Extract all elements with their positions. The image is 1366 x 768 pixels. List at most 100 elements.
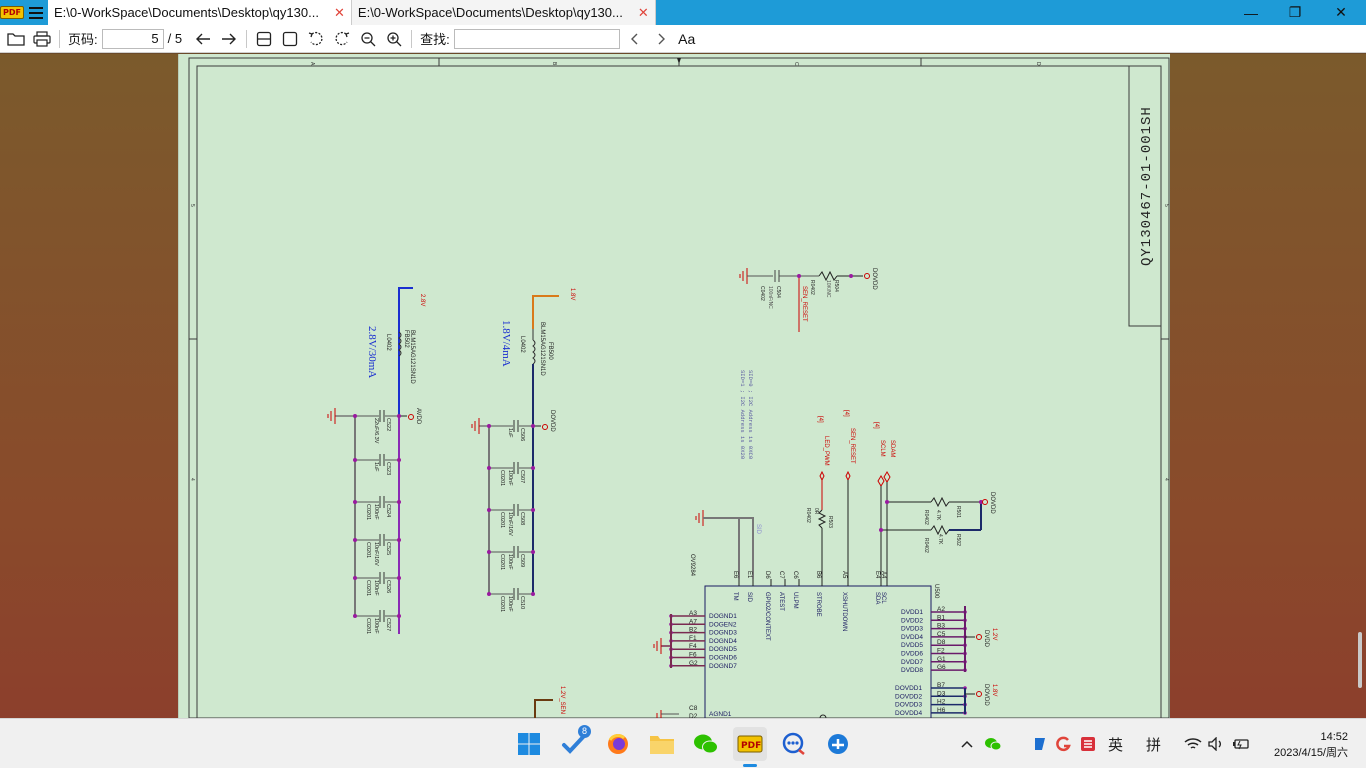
svg-text:BLM15AG121SN1D: BLM15AG121SN1D <box>409 330 415 384</box>
vertical-scrollbar[interactable] <box>1358 632 1362 688</box>
windows-start-icon[interactable] <box>512 727 546 761</box>
svg-text:10K/NC: 10K/NC <box>825 280 831 298</box>
svg-text:1.8V/4mA: 1.8V/4mA <box>500 320 512 367</box>
chat-app-icon[interactable] <box>777 727 811 761</box>
pin-name: SDA <box>874 592 880 604</box>
toolbar: 页码: 5 / 5 查找: Aa <box>0 25 1366 53</box>
svg-text:FB502: FB502 <box>403 330 409 348</box>
pin-name: STROBE <box>815 592 821 617</box>
rotate-right-icon[interactable] <box>329 26 355 52</box>
edge-app-icon[interactable] <box>821 727 855 761</box>
toolbar-divider <box>246 29 248 48</box>
svg-text:SID=0 ; I2C Address is 0XC0: SID=0 ; I2C Address is 0XC0 <box>747 370 754 459</box>
wechat-tray-icon[interactable] <box>984 719 1002 768</box>
capacitor-ref: C509 <box>519 554 525 567</box>
pin-number: F1 <box>689 635 697 642</box>
svg-text:SEN_RESET: SEN_RESET <box>849 428 855 464</box>
volume-icon[interactable] <box>1208 719 1226 768</box>
open-folder-icon[interactable] <box>3 26 29 52</box>
svg-text:PDF: PDF <box>741 741 761 751</box>
svg-text:DVDD: DVDD <box>983 630 989 648</box>
svg-text:[4]: [4] <box>873 422 879 429</box>
single-page-icon[interactable] <box>277 26 303 52</box>
pin-number: C8 <box>689 705 698 712</box>
page-label: 页码: <box>68 32 98 47</box>
tab-document-1[interactable]: E:\0-WorkSpace\Documents\Desktop\qy130..… <box>48 0 352 25</box>
pin-number: B7 <box>937 682 945 689</box>
toolbar-divider <box>59 29 60 48</box>
system-clock[interactable]: 14:52 2023/4/15/周六 <box>1274 729 1348 761</box>
app-logo-icon[interactable]: PDF <box>0 0 24 25</box>
pin-name: SID <box>746 592 752 603</box>
find-next-icon[interactable] <box>648 26 674 52</box>
column-marker: C <box>793 62 799 66</box>
svg-text:BLM15AG121SN1D: BLM15AG121SN1D <box>539 322 545 376</box>
ime-tray-icon[interactable] <box>1080 719 1096 768</box>
page-number-input[interactable]: 5 <box>101 28 164 49</box>
pin-number: G6 <box>937 664 946 671</box>
pin-name: DOVDD2 <box>895 693 922 700</box>
capacitor-package: C0201 <box>365 618 371 634</box>
pin-name: SCL <box>880 592 886 604</box>
close-tab-icon[interactable]: ✕ <box>334 5 345 21</box>
minimize-button[interactable]: — <box>1228 0 1274 25</box>
pin-number: F4 <box>689 643 697 650</box>
capacitor-ref: C508 <box>519 512 525 525</box>
pin-number: D6 <box>764 571 770 579</box>
svg-text:1.2V_SEN: 1.2V_SEN <box>559 686 565 714</box>
pin-number: G2 <box>689 660 698 667</box>
font-settings-button[interactable]: Aa <box>674 26 700 52</box>
pin-name: DOGND1 <box>709 613 737 620</box>
print-icon[interactable] <box>29 26 55 52</box>
svg-text:SID=1 ; I2C Address is 0X20: SID=1 ; I2C Address is 0X20 <box>739 370 746 459</box>
ime-mode[interactable]: 拼 <box>1146 719 1161 768</box>
svg-text:R0402: R0402 <box>809 280 815 295</box>
document-viewport[interactable]: A B C D 5 4 5 4 QY130467-01-001SH 2.8V F… <box>0 54 1366 718</box>
capacitor-package: C0201 <box>365 542 371 558</box>
battery-icon[interactable] <box>1232 719 1250 768</box>
wifi-icon[interactable] <box>1184 719 1202 768</box>
pdf-reader-icon[interactable]: PDF <box>733 727 767 767</box>
zoom-out-icon[interactable] <box>355 26 381 52</box>
pdf-page[interactable]: A B C D 5 4 5 4 QY130467-01-001SH 2.8V F… <box>178 54 1170 718</box>
zoom-in-icon[interactable] <box>381 26 407 52</box>
back-arrow-icon[interactable] <box>190 26 216 52</box>
pin-name: GPIO2/CONTEXT <box>764 592 770 641</box>
find-input[interactable] <box>453 28 620 49</box>
ime-language[interactable]: 英 <box>1108 719 1123 768</box>
menu-icon[interactable] <box>24 0 48 25</box>
title-bar: PDF E:\0-WorkSpace\Documents\Desktop\qy1… <box>0 0 1366 25</box>
rotate-left-icon[interactable] <box>303 26 329 52</box>
firefox-icon[interactable] <box>601 727 635 761</box>
close-tab-icon[interactable]: ✕ <box>638 5 649 21</box>
pin-number: F2 <box>937 648 945 655</box>
capacitor-value: 1uF <box>507 428 513 438</box>
pin-name: DVDD8 <box>901 667 923 674</box>
capacitor-ref: C525 <box>385 542 391 555</box>
svg-text:SCLM: SCLM <box>879 440 885 457</box>
tab-document-2[interactable]: E:\0-WorkSpace\Documents\Desktop\qy130..… <box>351 0 656 25</box>
security-tray-icon[interactable] <box>1032 719 1048 768</box>
tasks-app-icon[interactable]: 8 <box>557 725 591 761</box>
pin-number: B1 <box>937 614 945 621</box>
pin-number: C6 <box>792 571 798 579</box>
svg-text:AVDD: AVDD <box>415 408 421 425</box>
forward-arrow-icon[interactable] <box>216 26 242 52</box>
show-hidden-icons[interactable] <box>960 719 974 768</box>
capacitor-ref: C524 <box>385 504 391 517</box>
file-explorer-icon[interactable] <box>645 727 679 761</box>
tab-title: E:\0-WorkSpace\Documents\Desktop\qy130..… <box>357 5 623 20</box>
maximize-button[interactable]: ❐ <box>1272 0 1318 25</box>
close-window-button[interactable]: ✕ <box>1318 0 1364 25</box>
svg-text:2.8V: 2.8V <box>419 294 425 306</box>
find-previous-icon[interactable] <box>622 26 648 52</box>
pin-name: DOGND7 <box>709 663 737 670</box>
continuous-page-icon[interactable] <box>251 26 277 52</box>
capacitor-value: 100nF <box>373 618 379 634</box>
find-label: 查找: <box>420 32 450 47</box>
g-app-tray-icon[interactable] <box>1056 719 1072 768</box>
wechat-icon[interactable] <box>689 727 723 761</box>
drawing-number: QY130467-01-001SH <box>1139 106 1155 266</box>
pin-name: XSHUTDOWN <box>841 592 847 631</box>
svg-text:OV9284: OV9284 <box>689 554 695 577</box>
